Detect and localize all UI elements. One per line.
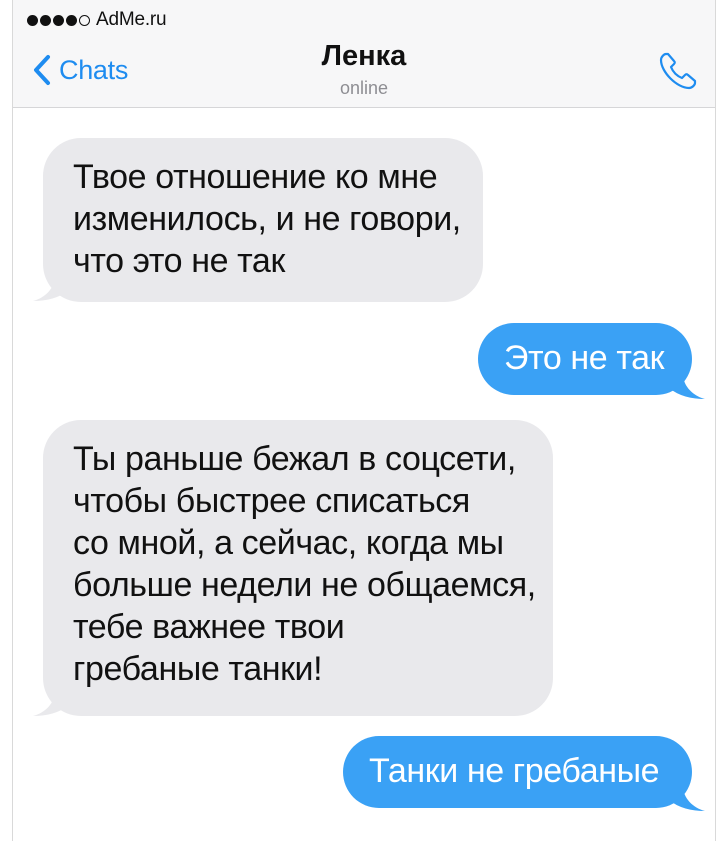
signal-dot-empty (79, 14, 90, 26)
carrier-name: AdMe.ru (96, 9, 167, 30)
signal-dot (66, 14, 77, 26)
chevron-left-icon (34, 55, 50, 85)
signal-dot (53, 14, 64, 26)
navigation-bar: AdMe.ru Chats Ленка online (13, 0, 715, 108)
phone-icon (659, 52, 697, 90)
message-line: со мной, а сейчас, когда мы (73, 524, 504, 562)
signal-strength-icon (27, 14, 90, 26)
message-line: изменилось, и не говори, (73, 200, 461, 238)
signal-dot (27, 14, 38, 26)
message-line: Твое отношение ко мне (73, 158, 438, 196)
status-bar: AdMe.ru (27, 8, 167, 32)
message-line: Ты раньше бежал в соцсети, (73, 440, 516, 478)
message-line: больше недели не общаемся, (73, 566, 536, 604)
message-line: что это не так (73, 242, 285, 280)
call-button[interactable] (657, 50, 699, 92)
message-line: тебе важнее твои (73, 608, 345, 646)
message-text: Танки не гребаные (369, 752, 660, 790)
incoming-message: Твое отношение ко мне изменилось, и не г… (43, 138, 483, 302)
message-line: чтобы быстрее списаться (73, 482, 470, 520)
signal-dot (40, 14, 51, 26)
outgoing-message: Танки не гребаные (343, 736, 692, 808)
incoming-message: Ты раньше бежал в соцсети, чтобы быстрее… (43, 420, 553, 716)
message-text: Это не так (504, 339, 665, 377)
outgoing-message: Это не так (478, 323, 692, 395)
message-line: гребаные танки! (73, 650, 323, 688)
back-to-chats-button[interactable]: Chats (33, 52, 128, 88)
back-button-label: Chats (59, 54, 129, 85)
chat-screen: AdMe.ru Chats Ленка online Твое отношени… (12, 0, 716, 841)
